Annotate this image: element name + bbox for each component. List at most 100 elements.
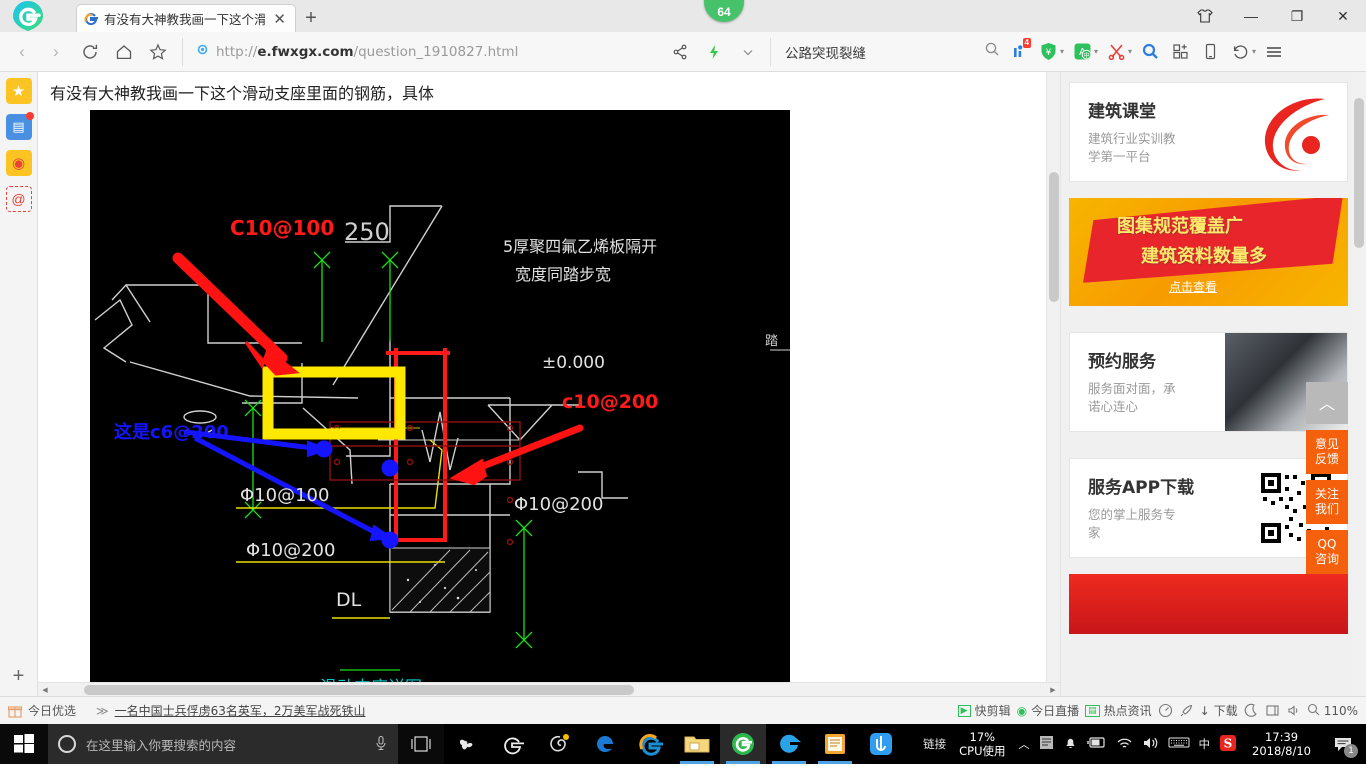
favorite-star-icon[interactable] (142, 36, 174, 68)
undo-icon[interactable] (1226, 37, 1254, 67)
tray-app-icon[interactable] (1039, 735, 1054, 753)
ad-sidebar-scrollbar[interactable] (1352, 72, 1366, 696)
start-button[interactable] (0, 724, 48, 764)
ad-sidebar-scroll-thumb[interactable] (1354, 98, 1364, 248)
link-label[interactable]: 链接 (923, 736, 946, 752)
kuaijianji-button[interactable]: ▶ 快剪辑 (957, 702, 1011, 719)
zoom-level-button[interactable]: 110% (1307, 703, 1358, 719)
hscroll-left-arrow[interactable]: ◀ (38, 683, 52, 696)
feedback-button[interactable]: 意见 反馈 (1306, 430, 1348, 474)
browser-search-box[interactable]: 公路突现裂缝 (770, 37, 1000, 66)
today-picks-label[interactable]: 今日优选 (28, 702, 76, 719)
baidu-icon[interactable]: 4 (1004, 37, 1032, 67)
url-scheme: http:// (216, 43, 258, 60)
taskbar-app-ie[interactable] (628, 724, 674, 764)
translate-icon[interactable]: A中 (1068, 37, 1096, 67)
ann-note-1: 5厚聚四氟乙烯板隔开 (503, 237, 657, 256)
gift-icon[interactable] (8, 704, 22, 718)
chevron-down-icon[interactable] (732, 36, 764, 68)
taskbar-app-fan[interactable] (444, 724, 490, 764)
ad-banner-tuji[interactable]: 图集规范覆盖广 建筑资料数量多 点击查看 (1069, 198, 1348, 306)
scissors-icon[interactable] (1102, 37, 1130, 67)
tray-battery-icon[interactable] (1086, 736, 1107, 752)
close-button[interactable]: ✕ (1320, 0, 1366, 32)
new-tab-button[interactable]: + (296, 4, 326, 32)
redianzixun-button[interactable]: ▤ 热点资讯 (1085, 702, 1152, 719)
address-bar[interactable]: http://e.fwxgx.com/question_1910827.html (182, 37, 662, 66)
taskbar-app-blue[interactable] (858, 724, 904, 764)
page-vertical-scroll-thumb[interactable] (1049, 172, 1059, 302)
tray-sogou-icon[interactable]: S (1219, 734, 1237, 755)
news-headline-link[interactable]: 一名中国士兵俘虏63名英军，2万美军战死铁山 (115, 702, 366, 719)
taskbar-app-edge[interactable] (582, 724, 628, 764)
volume-icon[interactable] (1286, 703, 1301, 718)
page-horizontal-scrollbar[interactable]: ◀ ▶ (38, 682, 1060, 696)
tray-expand-icon[interactable]: ︿ (1019, 736, 1030, 752)
lightning-icon[interactable] (698, 36, 730, 68)
search-input[interactable]: 公路突现裂缝 (785, 42, 976, 62)
window-controls: — ❐ ✕ (1182, 0, 1366, 32)
cpu-usage-indicator[interactable]: 17% CPU使用 (955, 730, 1009, 758)
zoom-level-label: 110% (1323, 703, 1358, 718)
share-icon[interactable] (664, 36, 696, 68)
jinrizhibo-button[interactable]: ◉ 今日直播 (1017, 702, 1080, 719)
taskbar-app-sogou-browser[interactable] (720, 724, 766, 764)
browser-tab[interactable]: 有没有大神教我画一下这个滑动 ✕ (76, 4, 296, 32)
apps-grid-icon[interactable] (1166, 37, 1194, 67)
window-split-icon[interactable] (1265, 703, 1280, 718)
banner-cta-link[interactable]: 点击查看 (1169, 278, 1217, 295)
taskbar-clock[interactable]: 17:39 2018/8/10 (1246, 730, 1317, 758)
url-path: /question_1910827.html (353, 43, 519, 60)
hscroll-right-arrow[interactable]: ▶ (1046, 683, 1060, 696)
menu-icon[interactable] (1260, 37, 1288, 67)
taskbar-app-notes[interactable] (812, 724, 858, 764)
taskbar-app-explorer[interactable] (674, 724, 720, 764)
tray-ime-icon[interactable]: 中 (1199, 736, 1211, 752)
page-vertical-scrollbar[interactable] (1046, 72, 1060, 696)
tray-wifi-icon[interactable] (1116, 736, 1133, 753)
site-info-icon[interactable] (195, 42, 210, 62)
task-view-button[interactable] (398, 724, 444, 764)
add-rail-item-button[interactable]: + (13, 665, 25, 688)
ann-phi10-200-left: Φ10@200 (246, 540, 335, 561)
ad-jianzhu-ketang[interactable]: 建筑课堂 建筑行业实训教 学第一平台 (1069, 82, 1348, 182)
maximize-button[interactable]: ❐ (1274, 0, 1320, 32)
scroll-top-button[interactable]: ︿ (1306, 382, 1348, 424)
email-icon[interactable]: @ (5, 186, 32, 212)
minimize-button[interactable]: — (1228, 0, 1274, 32)
tab-close-icon[interactable]: ✕ (270, 10, 289, 28)
search-icon[interactable] (984, 41, 1000, 62)
cad-drawing-image[interactable]: C10@100 250 5厚聚四氟乙烯板隔开 宽度同踏步宽 ±0.000 c10… (90, 110, 790, 696)
ad-bottom-banner[interactable] (1069, 574, 1348, 634)
speed-icon[interactable] (1158, 703, 1173, 718)
home-icon[interactable] (108, 36, 140, 68)
score-badge[interactable]: 64 (704, 0, 744, 22)
taskbar-app-ie-outline[interactable] (490, 724, 536, 764)
tray-keyboard-icon[interactable] (1168, 736, 1190, 752)
favorites-icon[interactable]: ★ (5, 78, 32, 104)
qq-consult-button[interactable]: QQ 咨询 (1306, 530, 1348, 574)
taskbar-search-box[interactable]: 在这里输入你要搜索的内容 (48, 724, 398, 764)
taskbar-search-input[interactable]: 在这里输入你要搜索的内容 (86, 735, 364, 754)
coupon-shield-icon[interactable]: ¥ (1034, 37, 1062, 67)
expand-chevron-icon[interactable]: ≫ (96, 704, 109, 718)
search-magnifier-icon[interactable] (1136, 37, 1164, 67)
tray-volume-icon[interactable] (1142, 736, 1159, 753)
rocket-icon[interactable] (1179, 703, 1194, 718)
moon-icon[interactable] (1244, 703, 1259, 718)
mobile-icon[interactable] (1196, 37, 1224, 67)
notification-center-button[interactable]: 1 (1326, 724, 1360, 764)
taskbar-app-360[interactable] (766, 724, 812, 764)
follow-us-button[interactable]: 关注 我们 (1306, 480, 1348, 524)
reload-icon[interactable] (74, 36, 106, 68)
skin-icon[interactable] (1182, 0, 1228, 32)
microphone-icon[interactable] (374, 735, 388, 754)
forward-button[interactable]: › (40, 36, 72, 68)
weibo-icon[interactable]: ◉ (5, 150, 32, 176)
news-feed-icon[interactable]: ▤ (5, 112, 34, 140)
taskbar-app-swirl[interactable] (536, 724, 582, 764)
page-horizontal-scroll-thumb[interactable] (84, 685, 634, 695)
back-button[interactable]: ‹ (6, 36, 38, 68)
tray-bell-icon[interactable] (1063, 735, 1078, 753)
download-button[interactable]: ↓ 下载 (1200, 702, 1238, 719)
